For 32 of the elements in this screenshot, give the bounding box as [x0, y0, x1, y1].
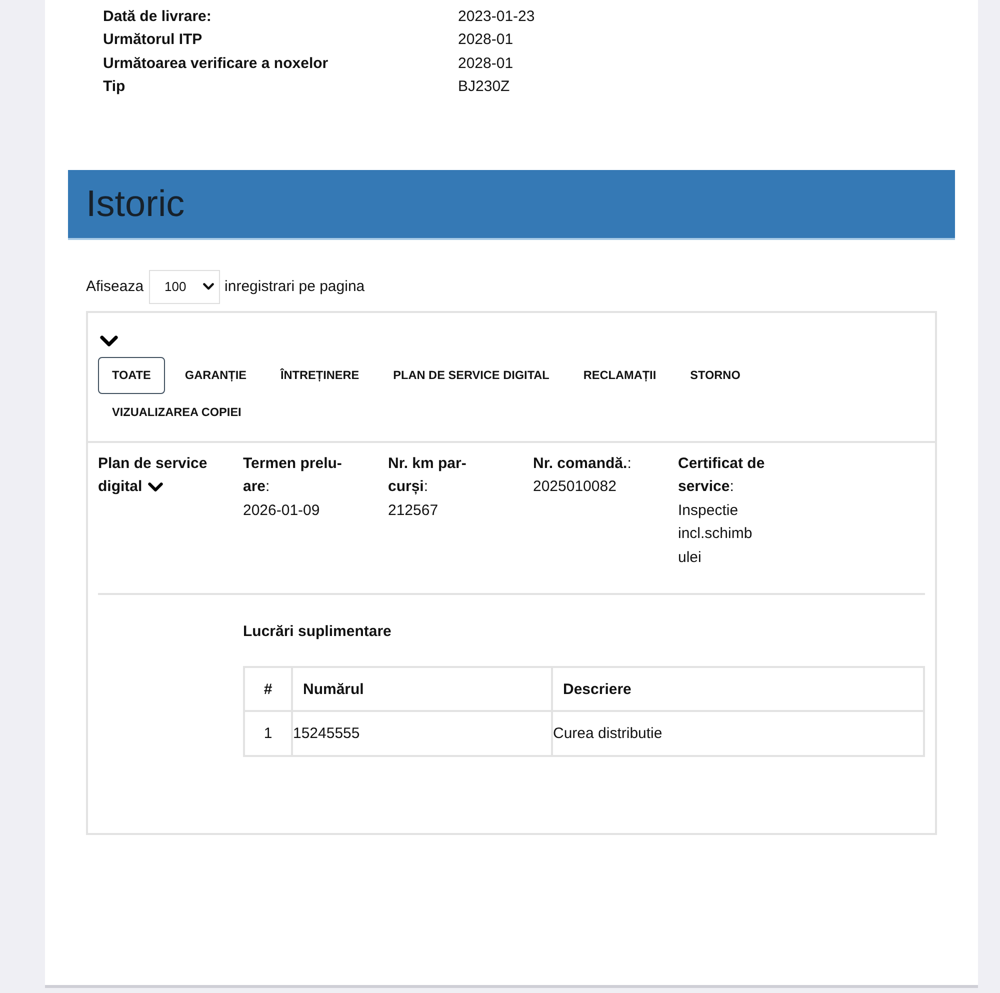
info-value: BJ230Z	[458, 77, 510, 98]
info-value: 2023-01-23	[458, 7, 535, 27]
info-value: 2028-01	[458, 54, 514, 74]
info-label: Tip	[103, 77, 126, 98]
pager-label: Afiseaza	[86, 278, 144, 296]
column-header: Numărul	[292, 667, 552, 712]
field-label: Termen prelu-are:	[243, 454, 343, 498]
info-label: Următorul ITP	[103, 30, 202, 50]
field-value: Inspectie incl.schimb ulei	[678, 500, 754, 568]
info-label: Următoarea verificare a noxelor	[103, 54, 328, 74]
field-label: Certificat de service:	[678, 454, 766, 498]
table-cell: 1	[244, 711, 292, 756]
field-value: 2026-01-09	[243, 500, 320, 521]
record-type[interactable]: Plan de service digital	[98, 452, 212, 499]
chevron-down-icon	[202, 283, 214, 290]
table-cell: 15245555	[292, 711, 552, 756]
filter-tab[interactable]: TOATE	[98, 356, 165, 394]
info-value: 2028-01	[458, 30, 514, 50]
column-header: #	[244, 667, 292, 712]
field-label: Nr. comandă.:	[533, 454, 632, 474]
info-label: Dată de livrare:	[103, 7, 212, 27]
chevron-down-icon[interactable]	[148, 482, 164, 492]
field-label: Nr. km par-curși:	[388, 454, 468, 498]
table-cell: Curea distributie	[552, 711, 924, 756]
field-value: 2025010082	[533, 477, 616, 498]
section-title: Istoric	[86, 182, 185, 225]
page-size-select[interactable]: 100	[148, 270, 220, 304]
chevron-down-icon[interactable]	[100, 334, 118, 347]
field-value: 212567	[388, 500, 438, 521]
column-header: Descriere	[552, 667, 924, 712]
pager-label: inregistrari pe pagina	[224, 278, 365, 296]
subsection-title: Lucrări suplimentare	[243, 622, 392, 642]
